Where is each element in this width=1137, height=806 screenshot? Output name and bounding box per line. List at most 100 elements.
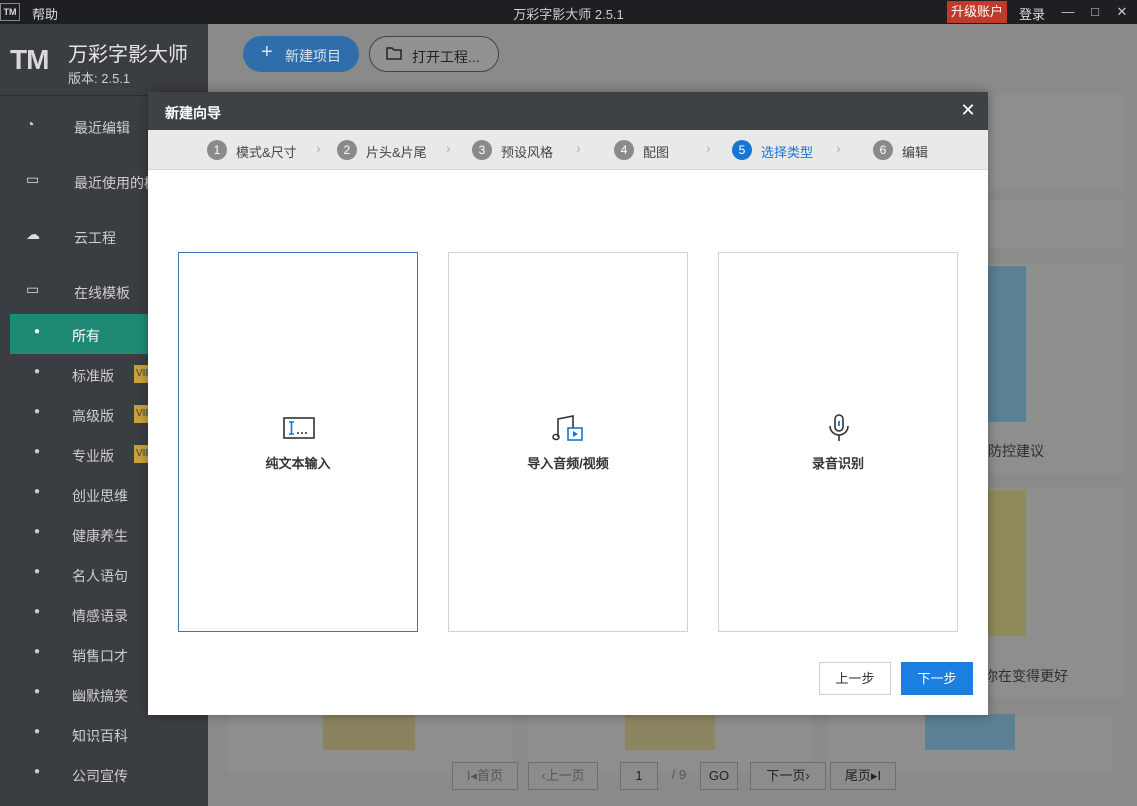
category-label: 名人语句	[72, 568, 128, 584]
upgrade-account-button[interactable]: 升级账户	[947, 1, 1008, 23]
bullet-icon: ●	[34, 406, 41, 417]
option-voice-recognition[interactable]: 录音识别	[718, 252, 958, 632]
app-version: 版本: 2.5.1	[68, 71, 131, 86]
plus-icon: +	[261, 41, 273, 63]
new-project-label: 新建项目	[285, 48, 341, 64]
step-number: 4	[614, 140, 634, 160]
next-step-button[interactable]: 下一步	[901, 662, 973, 695]
chevron-right-icon: ›	[576, 140, 581, 156]
close-icon[interactable]: ✕	[956, 98, 980, 122]
close-window-icon[interactable]: ✕	[1110, 2, 1134, 22]
go-button[interactable]: GO	[700, 762, 738, 790]
template-thumbnail	[988, 266, 1026, 422]
category-label: 标准版	[72, 368, 114, 384]
pie-clock-icon: ◔	[26, 116, 35, 132]
template-title: 防控建议	[988, 443, 1044, 459]
category-label: 创业思维	[72, 488, 128, 504]
vip-badge: VIP	[134, 445, 148, 463]
folder-icon	[386, 46, 402, 63]
microphone-icon	[819, 413, 859, 445]
open-project-label: 打开工程...	[412, 49, 480, 65]
step-label: 片头&片尾	[366, 145, 427, 160]
template-card[interactable]	[978, 94, 1125, 190]
sidebar-item-label: 最近编辑	[74, 120, 130, 136]
step-number: 2	[337, 140, 357, 160]
category-label: 情感语录	[72, 608, 128, 624]
template-thumbnail	[925, 714, 1015, 750]
title-bar: TM 帮助 万彩字影大师 2.5.1 升级账户 登录 — □ ✕	[0, 0, 1137, 24]
previous-step-button[interactable]: 上一步	[819, 662, 891, 695]
step-number: 6	[873, 140, 893, 160]
step-label: 选择类型	[761, 145, 814, 160]
monitor-check-icon: ▭	[26, 171, 40, 187]
option-import-audio-video[interactable]: 导入音频/视频	[448, 252, 688, 632]
template-thumbnail	[625, 714, 715, 750]
option-label: 纯文本输入	[265, 456, 331, 471]
bullet-icon: ●	[34, 566, 41, 577]
category-label: 知识百科	[72, 728, 128, 744]
sidebar-header: TM 万彩字影大师 版本: 2.5.1	[0, 24, 208, 96]
new-project-wizard-dialog: 新建向导 ✕ 1 模式&尺寸 › 2 片头&片尾 › 3 预设风格 › 4 配图…	[148, 92, 988, 715]
last-page-button[interactable]: 尾页▸I	[830, 762, 896, 790]
option-plain-text-input[interactable]: 纯文本输入	[178, 252, 418, 632]
template-thumbnail	[988, 490, 1026, 636]
chevron-right-icon: ›	[446, 140, 451, 156]
step-number: 3	[472, 140, 492, 160]
category-label: 销售口才	[72, 648, 128, 664]
bullet-icon: ●	[34, 366, 41, 377]
cloud-icon: ☁	[26, 226, 40, 242]
step-label: 模式&尺寸	[236, 145, 297, 160]
prev-page-button[interactable]: ‹上一页	[528, 762, 598, 790]
category-label: 幽默搞笑	[72, 688, 128, 704]
bullet-icon: ●	[34, 326, 41, 337]
bullet-icon: ●	[34, 646, 41, 657]
bullet-icon: ●	[34, 526, 41, 537]
bullet-icon: ●	[34, 726, 41, 737]
category-label: 高级版	[72, 408, 114, 424]
template-card[interactable]	[978, 200, 1125, 248]
next-page-button[interactable]: 下一页›	[750, 762, 826, 790]
dialog-header: 新建向导 ✕	[148, 92, 988, 130]
dialog-title: 新建向导	[165, 105, 221, 121]
new-project-button[interactable]: + 新建项目	[243, 36, 359, 72]
maximize-icon[interactable]: □	[1083, 2, 1107, 22]
bullet-icon: ●	[34, 766, 41, 777]
option-label: 录音识别	[811, 456, 864, 471]
vip-badge: VIP	[134, 405, 148, 423]
category-label: 公司宣传	[72, 768, 128, 784]
option-label: 导入音频/视频	[527, 456, 609, 471]
bullet-icon: ●	[34, 486, 41, 497]
category-label: 所有	[72, 328, 100, 344]
sidebar-item-label: 最近使用的模	[74, 175, 158, 191]
audio-video-icon	[549, 413, 589, 445]
template-icon: ▭	[26, 281, 40, 297]
step-label: 编辑	[902, 145, 929, 160]
category-knowledge[interactable]: ● 知识百科	[10, 714, 196, 754]
text-input-icon	[279, 413, 319, 445]
category-company[interactable]: ● 公司宣传	[10, 754, 196, 794]
category-label: 专业版	[72, 448, 114, 464]
step-label: 配图	[643, 145, 670, 160]
app-name: 万彩字影大师	[68, 44, 188, 66]
page-number-input[interactable]: 1	[620, 762, 658, 790]
open-project-button[interactable]: 打开工程...	[369, 36, 499, 72]
minimize-icon[interactable]: —	[1056, 2, 1080, 22]
template-title: 你在变得更好	[984, 668, 1068, 684]
sidebar-item-label: 云工程	[74, 230, 116, 246]
vip-badge: VIP	[134, 365, 148, 383]
first-page-button[interactable]: I◂首页	[452, 762, 518, 790]
category-label: 健康养生	[72, 528, 128, 544]
brand-logo: TM	[10, 44, 49, 75]
wizard-steps: 1 模式&尺寸 › 2 片头&片尾 › 3 预设风格 › 4 配图 › 5 选择…	[148, 130, 988, 170]
page-total: / 9	[671, 767, 687, 782]
template-thumbnail	[323, 714, 415, 750]
login-button[interactable]: 登录	[1019, 4, 1045, 23]
bullet-icon: ●	[34, 446, 41, 457]
chevron-right-icon: ›	[836, 140, 841, 156]
bullet-icon: ●	[34, 606, 41, 617]
sidebar-item-label: 在线模板	[74, 285, 130, 301]
chevron-right-icon: ›	[706, 140, 711, 156]
step-number: 1	[207, 140, 227, 160]
step-label: 预设风格	[501, 145, 554, 160]
chevron-right-icon: ›	[316, 140, 321, 156]
